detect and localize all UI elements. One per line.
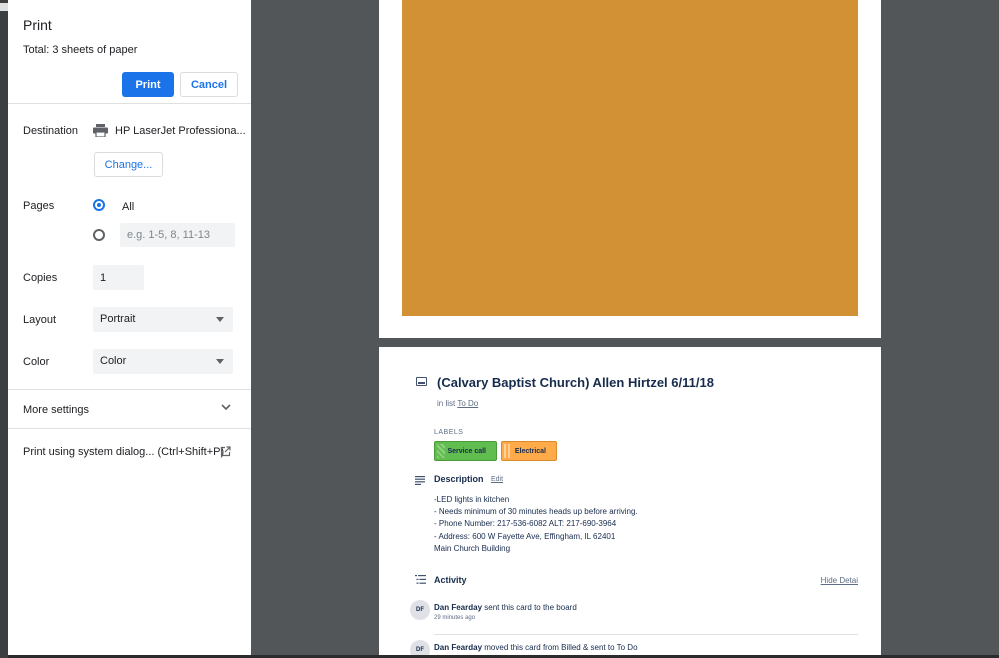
card-icon bbox=[416, 377, 427, 386]
pages-custom-radio[interactable] bbox=[93, 229, 105, 241]
label-chip-service-call: Service call bbox=[434, 441, 497, 461]
pages-custom-input[interactable] bbox=[120, 223, 235, 247]
change-destination-button[interactable]: Change... bbox=[94, 152, 163, 177]
description-line: - Phone Number: 217-536-6082 ALT: 217-69… bbox=[434, 519, 617, 528]
activity-entry: Dan Fearday moved this card from Billed … bbox=[434, 643, 638, 652]
preview-page-2: (Calvary Baptist Church) Allen Hirtzel 6… bbox=[379, 347, 881, 658]
divider bbox=[8, 103, 251, 104]
activity-user: Dan Fearday bbox=[434, 603, 483, 612]
cancel-button[interactable]: Cancel bbox=[180, 72, 238, 97]
activity-icon bbox=[415, 575, 426, 584]
destination-value[interactable]: HP LaserJet Professiona... bbox=[115, 125, 245, 137]
activity-action: moved this card from Billed & sent to To… bbox=[484, 643, 638, 652]
description-heading: Description bbox=[434, 474, 484, 484]
pages-all-radio[interactable] bbox=[93, 199, 105, 211]
external-link-icon[interactable] bbox=[220, 446, 231, 457]
hide-details-link[interactable]: Hide Detai bbox=[821, 576, 858, 585]
activity-heading: Activity bbox=[434, 575, 467, 585]
activity-action: sent this card to the board bbox=[484, 603, 577, 612]
color-label: Color bbox=[23, 356, 50, 368]
divider bbox=[8, 428, 251, 429]
description-line: -LED lights in kitchen bbox=[434, 495, 510, 504]
preview-page-1 bbox=[379, 0, 881, 338]
sheet-total: Total: 3 sheets of paper bbox=[23, 44, 138, 56]
layout-select[interactable]: Portrait bbox=[93, 307, 233, 332]
copies-label: Copies bbox=[23, 272, 58, 284]
pages-label: Pages bbox=[23, 200, 55, 212]
activity-time: 29 minutes ago bbox=[434, 615, 476, 621]
labels-heading: LABELS bbox=[434, 429, 464, 436]
window-edge bbox=[0, 0, 8, 658]
description-icon bbox=[415, 476, 425, 485]
in-list-prefix: in list bbox=[437, 399, 456, 408]
divider bbox=[434, 634, 858, 635]
copies-input[interactable] bbox=[93, 265, 144, 290]
more-settings-toggle[interactable]: More settings bbox=[23, 404, 89, 416]
chevron-down-icon[interactable] bbox=[220, 401, 232, 413]
description-edit-link[interactable]: Edit bbox=[491, 476, 503, 483]
color-select[interactable]: Color bbox=[93, 349, 233, 374]
divider bbox=[8, 389, 251, 390]
page-image-block bbox=[402, 0, 858, 316]
dropdown-arrow-icon bbox=[216, 317, 224, 322]
description-line: - Needs minimum of 30 minutes heads up b… bbox=[434, 507, 638, 516]
app-icon bbox=[0, 3, 8, 11]
list-link[interactable]: To Do bbox=[457, 399, 478, 408]
print-settings-panel: Print Total: 3 sheets of paper Print Can… bbox=[8, 0, 251, 658]
print-title: Print bbox=[23, 17, 52, 33]
layout-value: Portrait bbox=[100, 313, 136, 325]
print-button[interactable]: Print bbox=[122, 72, 174, 97]
color-value: Color bbox=[100, 355, 127, 367]
pages-all-label: All bbox=[122, 201, 135, 213]
system-dialog-link[interactable]: Print using system dialog... (Ctrl+Shift… bbox=[23, 446, 224, 458]
card-title: (Calvary Baptist Church) Allen Hirtzel 6… bbox=[437, 375, 714, 390]
in-list-text: in list To Do bbox=[437, 399, 478, 408]
avatar: DF bbox=[410, 600, 430, 620]
description-line: Main Church Building bbox=[434, 544, 511, 553]
dropdown-arrow-icon bbox=[216, 359, 224, 364]
label-chip-electrical: Electrical bbox=[501, 441, 557, 461]
destination-label: Destination bbox=[23, 125, 79, 137]
layout-label: Layout bbox=[23, 314, 57, 326]
activity-entry: Dan Fearday sent this card to the board bbox=[434, 603, 577, 612]
activity-user: Dan Fearday bbox=[434, 643, 483, 652]
printer-icon bbox=[93, 124, 108, 137]
description-line: - Address: 600 W Fayette Ave, Effingham,… bbox=[434, 532, 616, 541]
